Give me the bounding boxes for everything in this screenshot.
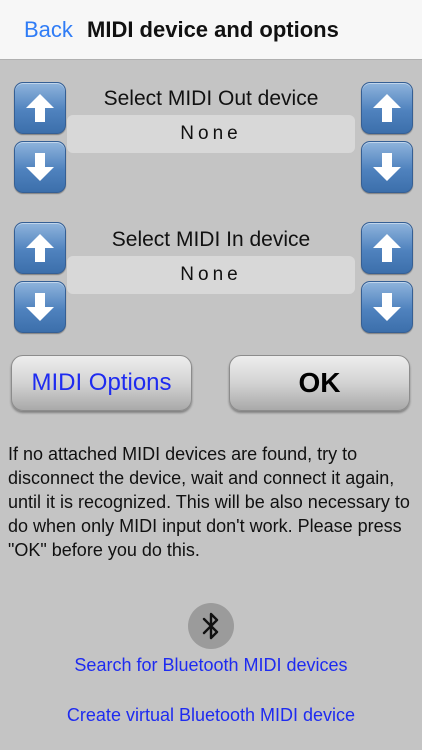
- midi-options-button[interactable]: MIDI Options: [11, 355, 192, 411]
- midi-in-next-left-down-button[interactable]: [14, 281, 66, 333]
- arrow-down-icon: [373, 153, 401, 181]
- info-text: If no attached MIDI devices are found, t…: [8, 444, 410, 560]
- midi-in-label: Select MIDI In device: [111, 228, 311, 251]
- midi-out-label: Select MIDI Out device: [103, 87, 319, 110]
- arrow-down-icon: [26, 293, 54, 321]
- midi-out-next-left-down-button[interactable]: [14, 141, 66, 193]
- create-virtual-bluetooth-link[interactable]: Create virtual Bluetooth MIDI device: [0, 705, 422, 726]
- back-button[interactable]: Back: [24, 17, 73, 43]
- arrow-down-icon: [26, 153, 54, 181]
- midi-in-next-right-down-button[interactable]: [361, 281, 413, 333]
- page-title: MIDI device and options: [87, 17, 339, 42]
- search-bluetooth-link[interactable]: Search for Bluetooth MIDI devices: [0, 655, 422, 676]
- bluetooth-glyph-icon: [202, 612, 219, 640]
- ok-button[interactable]: OK: [229, 355, 410, 411]
- midi-out-next-right-down-button[interactable]: [361, 141, 413, 193]
- arrow-down-icon: [373, 293, 401, 321]
- bluetooth-icon: [188, 603, 234, 649]
- midi-out-value[interactable]: None: [67, 115, 355, 153]
- midi-in-value[interactable]: None: [67, 256, 355, 294]
- navigation-bar: Back MIDI device and options: [0, 0, 422, 60]
